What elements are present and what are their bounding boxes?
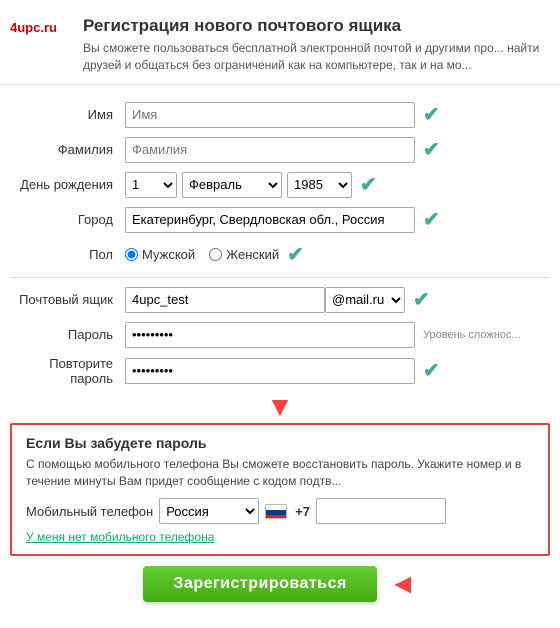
form-divider-1 <box>10 277 550 278</box>
password-label: Пароль <box>10 327 125 342</box>
name-checkmark: ✔ <box>423 102 440 127</box>
page-wrapper: 4upc.ru Регистрация нового почтового ящи… <box>0 0 560 628</box>
birthdate-month-select[interactable]: ЯнварьФевральМарт АпрельМайИюнь ИюльАвгу… <box>182 172 282 198</box>
password-row: Пароль Уровень сложнос... <box>10 321 550 349</box>
birthdate-checkmark: ✔ <box>360 172 377 197</box>
arrow-down-icon: ▼ <box>266 393 294 421</box>
phone-code: +7 <box>295 504 310 519</box>
phone-label: Мобильный телефон <box>26 504 153 519</box>
birthdate-control-wrap: 12345 678910 1112131415 1617181920 21222… <box>125 172 550 198</box>
surname-input[interactable] <box>125 137 415 163</box>
gender-control-wrap: Мужской Женский ✔ <box>125 242 550 267</box>
email-domain-select[interactable]: @mail.ru @inbox.ru @list.ru @bk.ru <box>325 287 405 313</box>
no-phone-link[interactable]: У меня нет мобильного телефона <box>26 530 534 544</box>
repeat-password-checkmark: ✔ <box>423 358 440 383</box>
city-label: Город <box>10 212 125 227</box>
city-control-wrap: ✔ <box>125 207 550 233</box>
phone-input[interactable] <box>316 498 446 524</box>
city-checkmark: ✔ <box>423 207 440 232</box>
gender-male-label[interactable]: Мужской <box>125 247 195 262</box>
gender-female-radio[interactable] <box>209 248 222 261</box>
surname-checkmark: ✔ <box>423 137 440 162</box>
birthdate-year-select[interactable]: 1985198419831982 199019952000 <box>287 172 352 198</box>
birthdate-row: День рождения 12345 678910 1112131415 16… <box>10 171 550 199</box>
gender-female-label[interactable]: Женский <box>209 247 279 262</box>
header-bar: 4upc.ru Регистрация нового почтового ящи… <box>0 10 560 85</box>
password-strength: Уровень сложнос... <box>423 329 521 341</box>
repeat-password-row: Повторите пароль ✔ <box>10 356 550 386</box>
repeat-password-input[interactable] <box>125 358 415 384</box>
repeat-password-label: Повторите пароль <box>10 356 125 386</box>
email-input[interactable] <box>125 287 325 313</box>
repeat-password-control-wrap: ✔ <box>125 358 550 384</box>
email-checkmark: ✔ <box>413 287 430 312</box>
gender-male-radio[interactable] <box>125 248 138 261</box>
at-domain-wrap: @mail.ru @inbox.ru @list.ru @bk.ru <box>325 287 405 313</box>
name-control-wrap: ✔ <box>125 102 550 128</box>
gender-checkmark: ✔ <box>287 242 304 267</box>
gender-row: Пол Мужской Женский ✔ <box>10 241 550 269</box>
register-button-wrap: Зарегистрироваться ◄ <box>0 566 560 602</box>
password-control-wrap: Уровень сложнос... <box>125 322 550 348</box>
name-input[interactable] <box>125 102 415 128</box>
arrow-right-icon: ◄ <box>389 570 417 598</box>
recovery-description: С помощью мобильного телефона Вы сможете… <box>26 456 534 491</box>
recovery-phone-row: Мобильный телефон Россия США Украина +7 <box>26 498 534 524</box>
surname-label: Фамилия <box>10 142 125 157</box>
register-button[interactable]: Зарегистрироваться <box>143 566 376 602</box>
country-select[interactable]: Россия США Украина <box>159 498 259 524</box>
arrow-down-section: ▼ <box>10 393 550 421</box>
city-row: Город ✔ <box>10 206 550 234</box>
name-label: Имя <box>10 107 125 122</box>
gender-label: Пол <box>10 247 125 262</box>
gender-male-text: Мужской <box>142 247 195 262</box>
russia-flag-icon <box>265 503 289 519</box>
email-label: Почтовый ящик <box>10 292 125 307</box>
city-input[interactable] <box>125 207 415 233</box>
birthdate-label: День рождения <box>10 177 125 192</box>
birthdate-selects: 12345 678910 1112131415 1617181920 21222… <box>125 172 352 198</box>
recovery-title: Если Вы забудете пароль <box>26 435 534 451</box>
surname-row: Фамилия ✔ <box>10 136 550 164</box>
name-row: Имя ✔ <box>10 101 550 129</box>
recovery-box: Если Вы забудете пароль С помощью мобиль… <box>10 423 550 557</box>
gender-options: Мужской Женский <box>125 247 279 262</box>
email-control-wrap: @mail.ru @inbox.ru @list.ru @bk.ru ✔ <box>125 287 550 313</box>
header-right: Регистрация нового почтового ящика Вы см… <box>83 16 550 74</box>
gender-female-text: Женский <box>226 247 279 262</box>
surname-control-wrap: ✔ <box>125 137 550 163</box>
logo-link[interactable]: 4upc.ru <box>10 20 65 35</box>
birthdate-day-select[interactable]: 12345 678910 1112131415 1617181920 21222… <box>125 172 177 198</box>
page-title: Регистрация нового почтового ящика <box>83 16 550 36</box>
registration-form: Имя ✔ Фамилия ✔ День рождения 12345 6789… <box>0 95 560 421</box>
page-description: Вы сможете пользоваться бесплатной элект… <box>83 40 550 74</box>
password-input[interactable] <box>125 322 415 348</box>
email-row: Почтовый ящик @mail.ru @inbox.ru @list.r… <box>10 286 550 314</box>
